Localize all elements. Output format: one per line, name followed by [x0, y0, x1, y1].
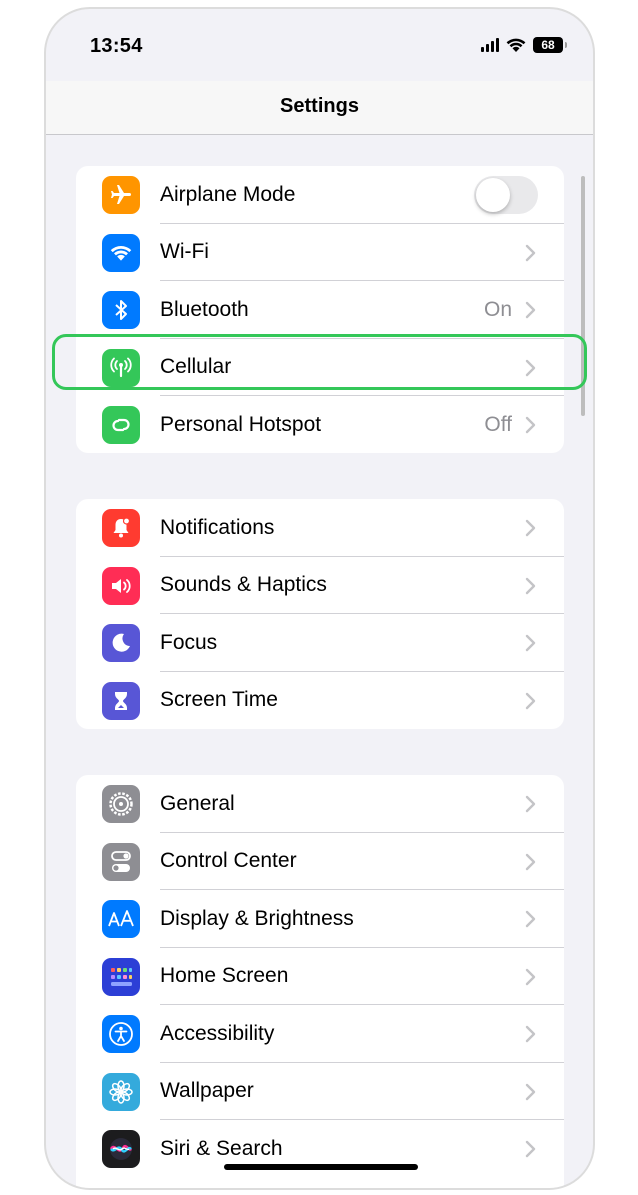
chevron-right-icon [525, 692, 536, 709]
chevron-right-icon [525, 416, 536, 434]
navigation-bar: Settings [46, 81, 593, 135]
chevron-right-icon [525, 519, 536, 537]
wifi-status-icon [506, 38, 526, 52]
settings-row-label: Sounds & Haptics [160, 573, 327, 597]
settings-row-label: Home Screen [160, 964, 289, 988]
chevron-right-icon [525, 853, 536, 870]
text-size-icon [102, 900, 140, 938]
chevron-right-icon [525, 244, 536, 261]
settings-row-control-center[interactable]: Control Center [76, 833, 564, 890]
page-title: Settings [280, 95, 359, 117]
phone-frame: 13:54 68 Settings Airplane Mode Wi-Fi Bl… [44, 7, 595, 1190]
chevron-right-icon [525, 1083, 536, 1100]
hotspot-status-value: Off [484, 412, 512, 436]
bell-icon [102, 509, 140, 547]
settings-row-label: Airplane Mode [160, 182, 296, 206]
home-indicator[interactable] [224, 1164, 418, 1170]
settings-row-wallpaper[interactable]: Wallpaper [76, 1063, 564, 1120]
settings-row-accessibility[interactable]: Accessibility [76, 1005, 564, 1063]
app-grid-icon [102, 957, 140, 996]
settings-group-connectivity: Airplane Mode Wi-Fi Bluetooth On Cellula… [76, 166, 564, 453]
settings-row-label: Screen Time [160, 688, 278, 712]
bluetooth-status-value: On [483, 297, 512, 321]
settings-row-bluetooth[interactable]: Bluetooth On [76, 281, 564, 339]
chevron-right-icon [525, 795, 536, 813]
settings-row-label: Bluetooth [160, 297, 249, 321]
chevron-right-icon [525, 968, 536, 985]
settings-group-general: General Control Center Display & Brightn… [76, 775, 564, 1188]
chevron-right-icon [525, 1025, 536, 1043]
wifi-icon [102, 233, 140, 272]
status-icons: 68 [481, 37, 567, 53]
settings-row-label: Display & Brightness [160, 906, 354, 930]
settings-row-label: Wi-Fi [160, 240, 209, 264]
settings-row-display-brightness[interactable]: Display & Brightness [76, 890, 564, 948]
settings-group-notifications: Notifications Sounds & Haptics Focus Scr… [76, 499, 564, 729]
settings-row-label: Notifications [160, 515, 275, 539]
chevron-right-icon [525, 910, 536, 928]
settings-row-label: Control Center [160, 849, 297, 873]
settings-row-general[interactable]: General [76, 775, 564, 833]
settings-row-label: Siri & Search [160, 1136, 283, 1160]
scrollbar[interactable] [581, 176, 585, 416]
status-time: 13:54 [90, 35, 143, 57]
bluetooth-icon [102, 291, 140, 329]
flower-icon [102, 1072, 140, 1111]
chevron-right-icon [525, 577, 536, 594]
settings-row-cellular[interactable]: Cellular [76, 339, 564, 396]
settings-row-focus[interactable]: Focus [76, 614, 564, 672]
chevron-right-icon [525, 359, 536, 376]
settings-row-personal-hotspot[interactable]: Personal Hotspot Off [76, 396, 564, 453]
airplane-mode-toggle[interactable] [474, 176, 538, 214]
settings-row-label: General [160, 791, 235, 815]
chevron-right-icon [525, 1140, 536, 1158]
settings-row-label: Personal Hotspot [160, 412, 322, 436]
status-bar: 13:54 68 [46, 9, 593, 81]
speaker-icon [102, 566, 140, 605]
settings-row-label: Focus [160, 630, 218, 654]
cellular-signal-icon [481, 38, 499, 52]
moon-icon [102, 624, 140, 662]
hotspot-icon [102, 406, 140, 444]
settings-row-home-screen[interactable]: Home Screen [76, 948, 564, 1005]
airplane-icon [102, 176, 140, 214]
settings-row-notifications[interactable]: Notifications [76, 499, 564, 557]
settings-row-screen-time[interactable]: Screen Time [76, 672, 564, 730]
settings-row-label: Wallpaper [160, 1079, 254, 1103]
switches-icon [102, 842, 140, 881]
settings-row-label: Cellular [160, 355, 232, 379]
settings-row-airplane-mode[interactable]: Airplane Mode [76, 166, 564, 224]
siri-icon [102, 1130, 140, 1168]
chevron-right-icon [525, 301, 536, 319]
accessibility-icon [102, 1015, 140, 1053]
settings-row-label: Accessibility [160, 1021, 275, 1045]
battery-icon: 68 [533, 37, 567, 53]
antenna-icon [102, 348, 140, 387]
hourglass-icon [102, 681, 140, 720]
settings-row-sounds-haptics[interactable]: Sounds & Haptics [76, 557, 564, 614]
settings-row-wifi[interactable]: Wi-Fi [76, 224, 564, 281]
settings-list[interactable]: Airplane Mode Wi-Fi Bluetooth On Cellula… [46, 136, 593, 1188]
chevron-right-icon [525, 634, 536, 652]
gear-icon [102, 785, 140, 823]
